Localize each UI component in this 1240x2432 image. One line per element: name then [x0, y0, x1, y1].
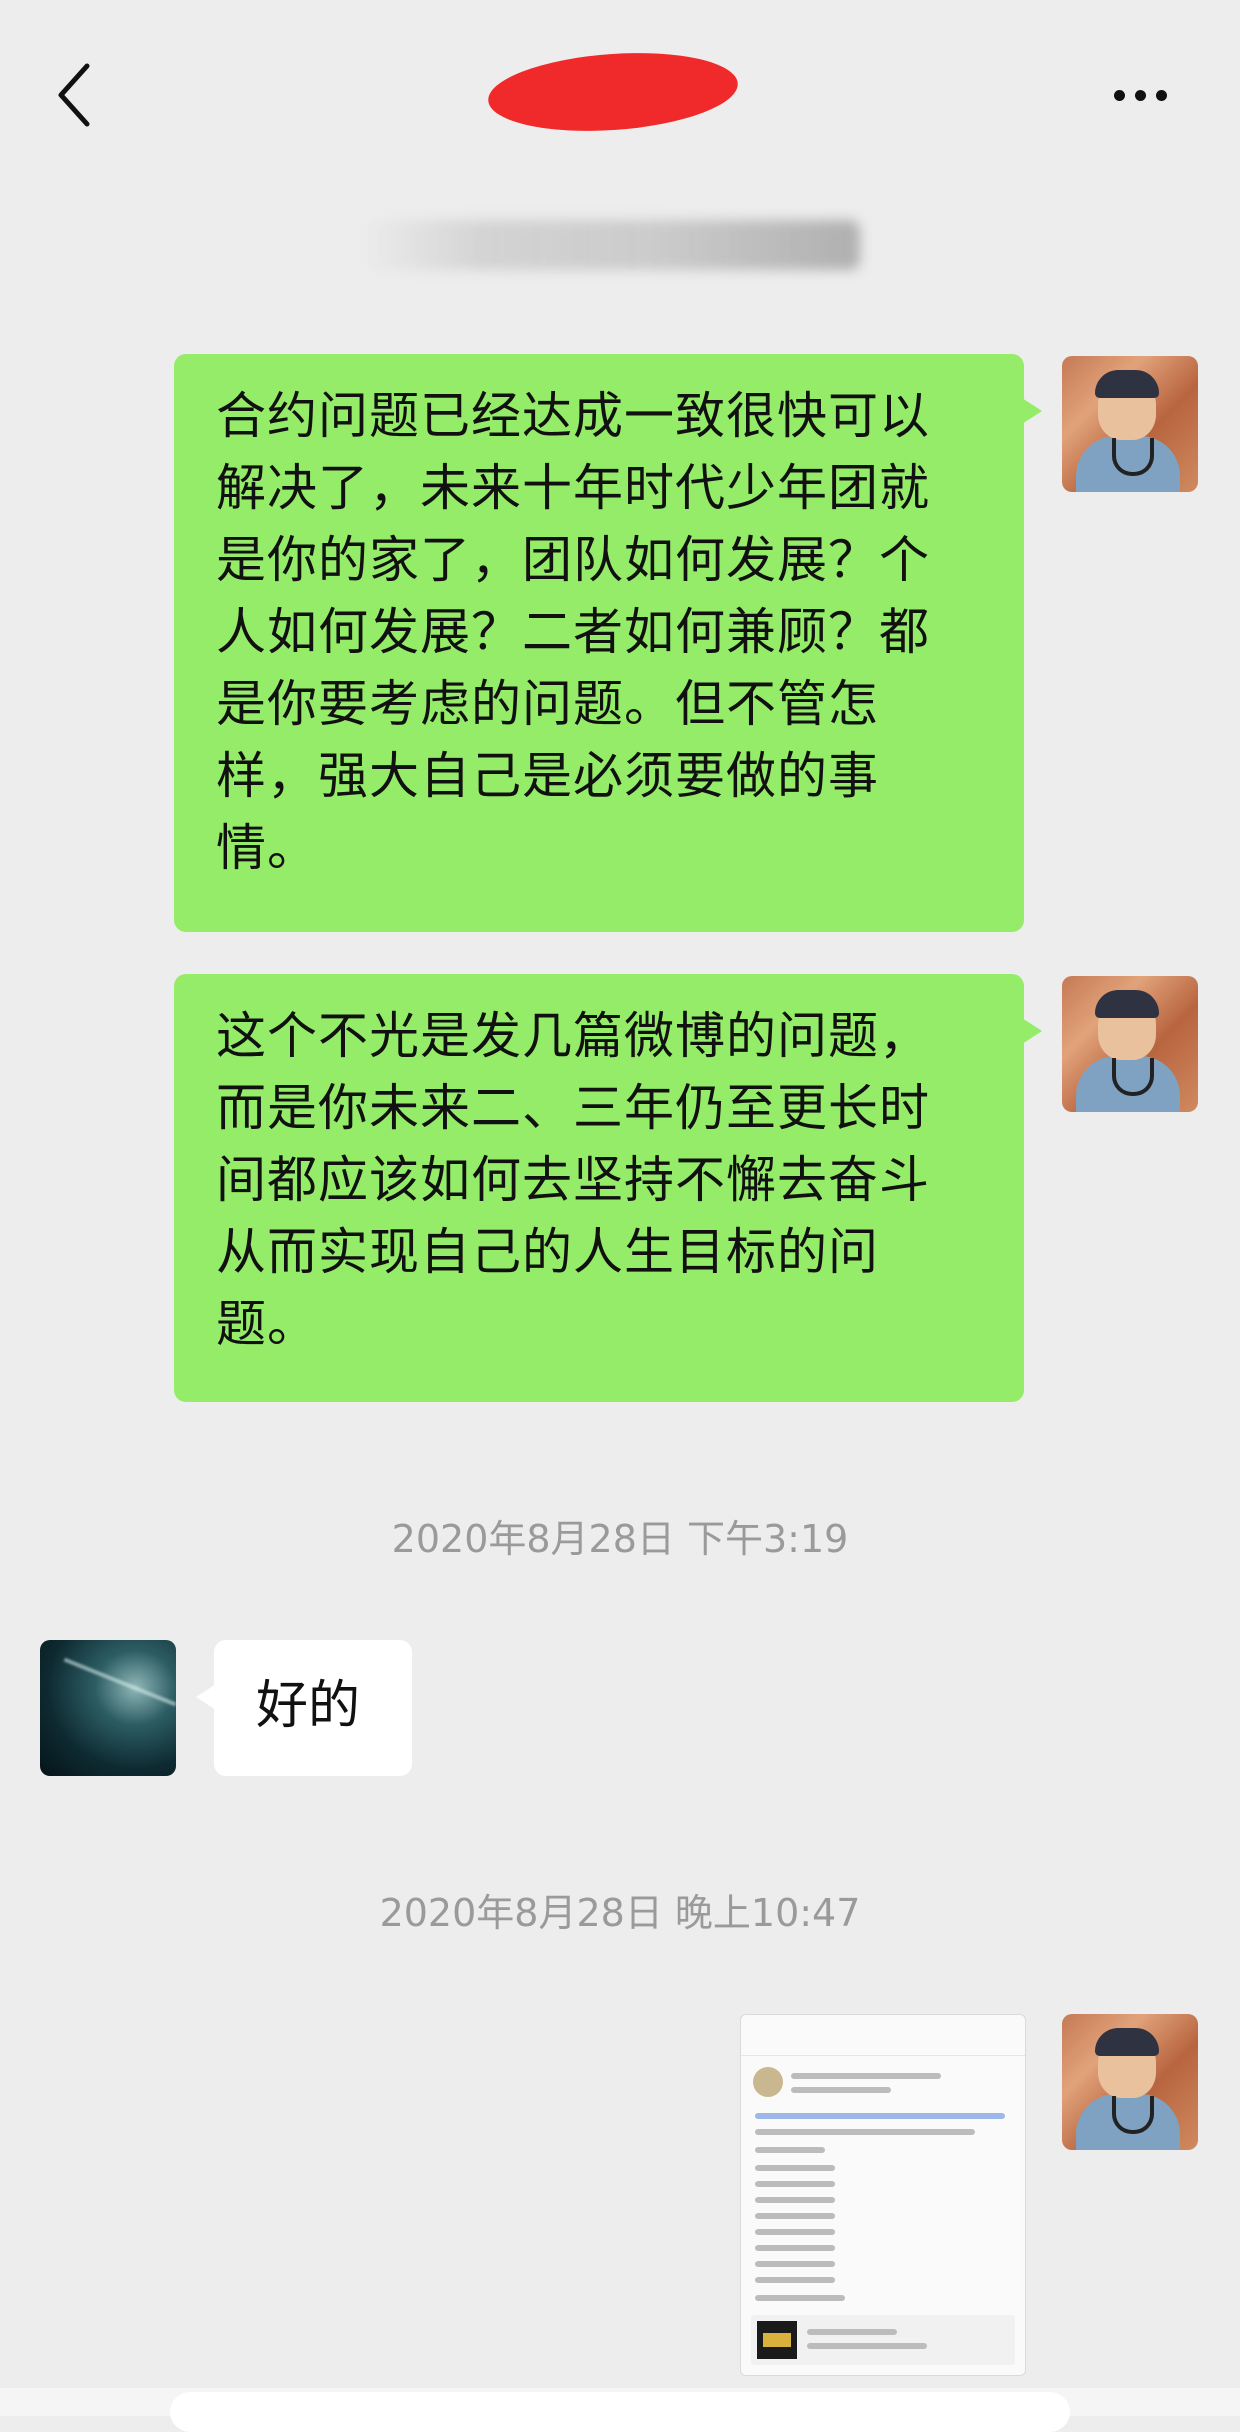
- image-message[interactable]: [740, 2014, 1026, 2376]
- avatar-cap: [1095, 990, 1159, 1018]
- thumbnail-line: [755, 2261, 835, 2267]
- thumbnail-avatar: [753, 2067, 783, 2097]
- more-dot: [1134, 89, 1146, 101]
- blurred-fragment: [360, 220, 860, 270]
- message-bubble-received[interactable]: 好的: [196, 1640, 412, 1776]
- message-bubble-sent[interactable]: 这个不光是发几篇微博的问题，而是你未来二、三年仍至更长时间都应该如何去坚持不懈去…: [174, 974, 1042, 1402]
- thumbnail-line: [755, 2295, 845, 2301]
- thumbnail-line: [807, 2329, 897, 2335]
- thumbnail-header: [741, 2015, 1025, 2056]
- more-dots-icon: [1113, 89, 1125, 101]
- thumbnail-card-logo: [763, 2333, 791, 2347]
- thumbnail-card-image: [757, 2321, 797, 2359]
- avatar-strap: [1112, 438, 1154, 476]
- thumbnail-line: [791, 2073, 941, 2079]
- redaction-mark: [485, 45, 741, 139]
- chat-title: [470, 45, 770, 139]
- my-avatar[interactable]: [1062, 976, 1198, 1112]
- thumbnail-line: [755, 2147, 825, 2153]
- thumbnail-line: [807, 2343, 927, 2349]
- thumbnail-line: [755, 2277, 835, 2283]
- thumbnail-line: [755, 2113, 1005, 2119]
- back-button[interactable]: [40, 55, 110, 135]
- avatar-strap: [1112, 1058, 1154, 1096]
- more-button[interactable]: [1100, 60, 1180, 130]
- my-avatar[interactable]: [1062, 2014, 1198, 2150]
- avatar-streak: [63, 1657, 176, 1707]
- avatar-cap: [1095, 370, 1159, 398]
- message-input[interactable]: [170, 2392, 1070, 2432]
- timestamp-label: 2020年8月28日 下午3:19: [391, 1517, 849, 1561]
- thumbnail-line: [755, 2165, 835, 2171]
- thumbnail-line: [755, 2181, 835, 2187]
- thumbnail-line: [755, 2129, 975, 2135]
- message-text: 这个不光是发几篇微博的问题，而是你未来二、三年仍至更长时间都应该如何去坚持不懈去…: [216, 1007, 930, 1353]
- my-avatar[interactable]: [1062, 356, 1198, 492]
- thumbnail-line: [755, 2213, 835, 2219]
- more-dot: [1155, 89, 1167, 101]
- message-text: 合约问题已经达成一致很快可以解决了，未来十年时代少年团就是你的家了，团队如何发展…: [216, 387, 930, 877]
- message-bubble-sent[interactable]: 合约问题已经达成一致很快可以解决了，未来十年时代少年团就是你的家了，团队如何发展…: [174, 354, 1042, 932]
- thumbnail-line: [755, 2245, 835, 2251]
- thumbnail-line: [791, 2087, 891, 2093]
- thumbnail-card: [751, 2315, 1015, 2365]
- avatar-cap: [1095, 2028, 1159, 2056]
- thumbnail-line: [755, 2197, 835, 2203]
- chevron-left-icon: [58, 63, 90, 127]
- thumbnail-line: [755, 2229, 835, 2235]
- message-text: 好的: [256, 1676, 361, 1736]
- contact-avatar[interactable]: [40, 1640, 176, 1776]
- timestamp-label: 2020年8月28日 晚上10:47: [379, 1891, 861, 1935]
- avatar-strap: [1112, 2096, 1154, 2134]
